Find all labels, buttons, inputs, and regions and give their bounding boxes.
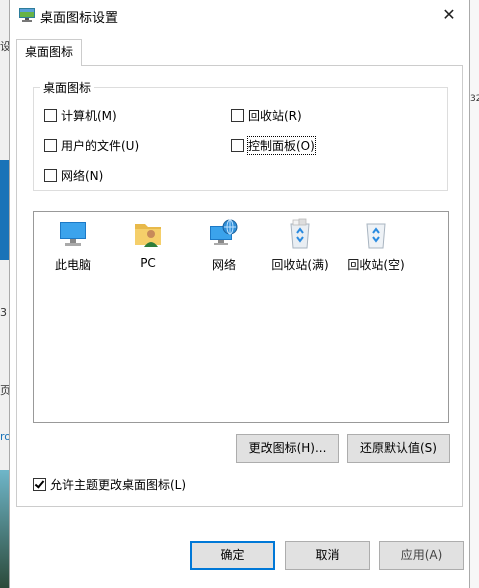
desktop-window-fragment (0, 160, 9, 260)
change-icon-button[interactable]: 更改图标(H)... (236, 434, 339, 463)
icon-item-recycle-bin-full[interactable]: 回收站(满) (262, 218, 338, 273)
icon-item-network[interactable]: 网络 (186, 218, 262, 273)
checkbox-computer[interactable]: 计算机(M) (44, 106, 117, 124)
icon-label: 此电脑 (54, 258, 91, 272)
title-bar[interactable]: 桌面图标设置 ✕ (10, 0, 469, 32)
background-text: 32 (470, 94, 479, 104)
window-title: 桌面图标设置 (40, 11, 119, 26)
icon-item-recycle-bin-empty[interactable]: 回收站(空) (338, 218, 414, 273)
recycle-bin-empty-icon (366, 223, 386, 249)
checkbox-label: 控制面板(O) (247, 135, 316, 155)
restore-default-button[interactable]: 还原默认值(S) (347, 434, 450, 463)
checkbox-allow-themes[interactable]: 允许主题更改桌面图标(L) (33, 475, 186, 493)
icon-label: 回收站(满) (271, 258, 329, 272)
checkbox-label: 计算机(M) (61, 108, 117, 123)
desktop-icons-group: 桌面图标 计算机(M) 回收站(R) 用户的文件(U) 控制面板(O) 网络(N… (33, 79, 448, 191)
desktop-icon-settings-dialog: 桌面图标设置 ✕ 桌面图标 桌面图标 计算机(M) 回收站(R) 用户的文件(U… (9, 0, 470, 588)
tab-label: 桌面图标 (24, 45, 73, 59)
icon-list[interactable]: 此电脑 PC 网络 回收站(满) 回收站(空) (33, 211, 449, 423)
checkbox-box[interactable] (231, 108, 244, 122)
icon-item-pc[interactable]: PC (110, 218, 186, 270)
checkbox-box[interactable] (231, 138, 244, 152)
checkbox-box[interactable] (44, 168, 57, 182)
apply-button[interactable]: 应用(A) (379, 541, 464, 570)
desktop-wallpaper-fragment (0, 470, 9, 588)
cancel-button[interactable]: 取消 (285, 541, 370, 570)
computer-icon (60, 222, 86, 246)
checkbox-network[interactable]: 网络(N) (44, 166, 103, 184)
network-icon (210, 219, 238, 245)
checkbox-recycle-bin[interactable]: 回收站(R) (231, 106, 302, 124)
close-icon: ✕ (442, 5, 456, 24)
desktop-settings-icon (19, 8, 35, 22)
tab-desktop-icons[interactable]: 桌面图标 (16, 39, 82, 66)
icon-label: PC (140, 256, 156, 270)
checkbox-control-panel[interactable]: 控制面板(O) (231, 135, 316, 155)
icon-item-this-pc[interactable]: 此电脑 (35, 218, 111, 273)
checkbox-box[interactable] (44, 108, 57, 122)
checkbox-box[interactable] (33, 477, 46, 491)
checkbox-box[interactable] (44, 138, 57, 152)
icon-label: 网络 (211, 258, 236, 272)
group-legend: 桌面图标 (40, 79, 95, 96)
recycle-bin-full-icon (290, 218, 310, 249)
desktop-background-right (470, 0, 479, 588)
checkbox-label: 用户的文件(U) (61, 138, 140, 153)
checkbox-user-files[interactable]: 用户的文件(U) (44, 136, 139, 154)
ok-button[interactable]: 确定 (190, 541, 275, 570)
close-button[interactable]: ✕ (435, 2, 463, 28)
checkbox-label: 允许主题更改桌面图标(L) (50, 477, 187, 492)
tab-panel: 桌面图标 计算机(M) 回收站(R) 用户的文件(U) 控制面板(O) 网络(N… (16, 65, 463, 507)
background-text: 3 (0, 306, 7, 319)
icon-label: 回收站(空) (347, 258, 405, 272)
checkbox-label: 回收站(R) (248, 108, 302, 123)
checkbox-label: 网络(N) (61, 168, 104, 183)
user-folder-icon (135, 224, 161, 247)
